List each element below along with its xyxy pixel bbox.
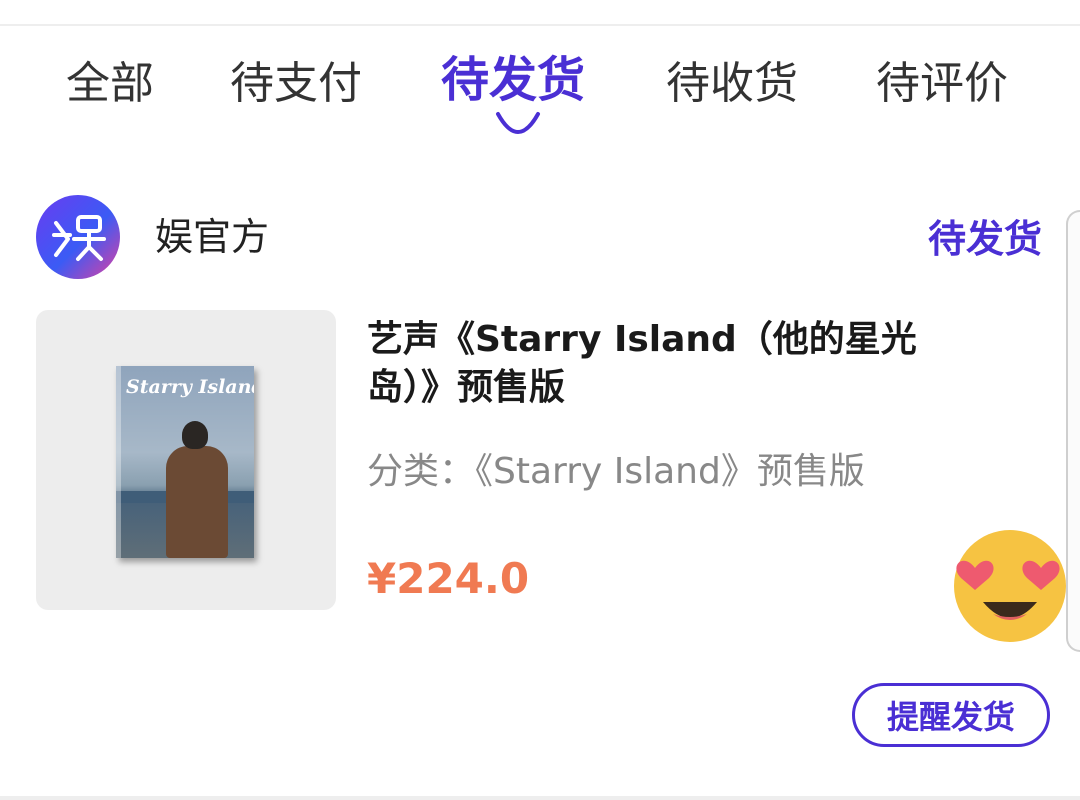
- shop-header: 娱官方 待发货: [0, 195, 1080, 285]
- heart-eyes-emoji-icon[interactable]: [945, 522, 1075, 642]
- figure-head: [182, 421, 208, 449]
- product-title[interactable]: 艺声《Starry Island（他的星光岛）》预售版: [367, 316, 927, 412]
- order-status-tabs: 全部 待支付 待发货 待收货 待评价: [0, 40, 1080, 140]
- book-cover: Starry Island: [116, 366, 254, 558]
- tab-pending-payment[interactable]: 待支付: [230, 56, 362, 112]
- tab-all[interactable]: 全部: [66, 56, 154, 112]
- product-price: ¥224.0: [367, 554, 530, 603]
- book-spine: [116, 366, 121, 558]
- order-status-label: 待发货: [927, 217, 1042, 261]
- tab-pending-shipment[interactable]: 待发货: [441, 52, 585, 108]
- remind-shipment-button[interactable]: 提醒发货: [852, 683, 1050, 747]
- product-category: 分类：《Starry Island》预售版: [367, 451, 865, 492]
- active-tab-indicator: [496, 112, 540, 134]
- product-image[interactable]: Starry Island: [36, 310, 336, 610]
- shop-name[interactable]: 娱官方: [155, 213, 269, 261]
- side-scroll-handle[interactable]: [1066, 210, 1080, 652]
- figure-body: [166, 446, 228, 558]
- top-divider: [0, 24, 1080, 26]
- yu-logo-icon: [52, 215, 106, 261]
- tab-pending-review[interactable]: 待评价: [876, 56, 1008, 112]
- shop-avatar[interactable]: [36, 195, 120, 279]
- bottom-divider: [0, 796, 1080, 800]
- book-cover-title: Starry Island: [126, 376, 254, 398]
- tab-pending-receipt[interactable]: 待收货: [666, 56, 798, 112]
